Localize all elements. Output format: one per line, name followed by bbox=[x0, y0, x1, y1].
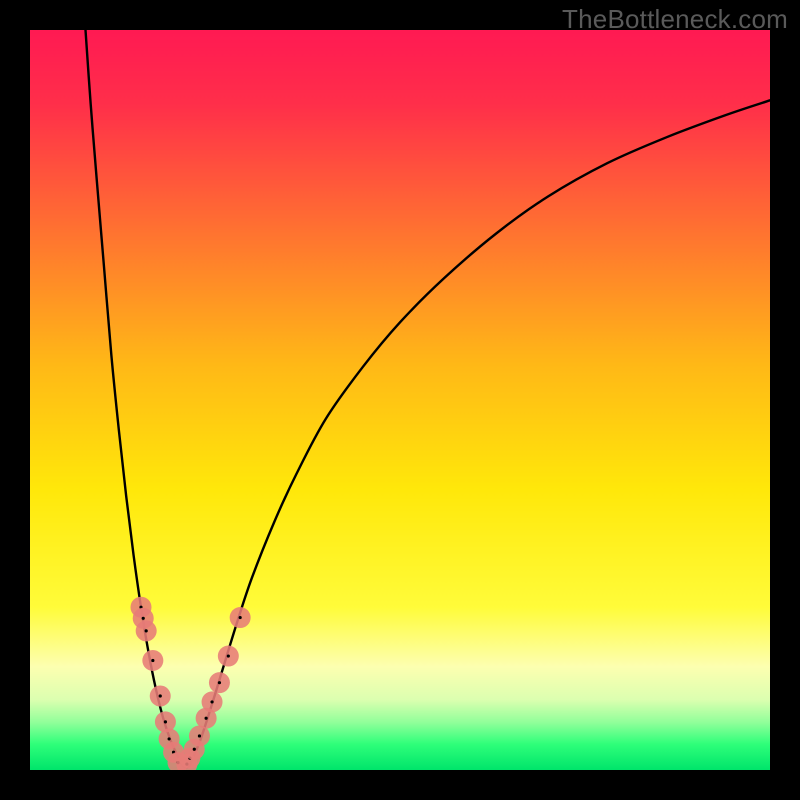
data-dot-center bbox=[210, 700, 213, 703]
data-dot-center bbox=[193, 748, 196, 751]
data-dot-center bbox=[145, 629, 148, 632]
data-dot-center bbox=[205, 717, 208, 720]
data-dot-center bbox=[159, 694, 162, 697]
data-dot-center bbox=[142, 617, 145, 620]
data-dot-center bbox=[151, 659, 154, 662]
bottleneck-curve bbox=[86, 30, 771, 767]
data-dot-center bbox=[239, 616, 242, 619]
data-dot-center bbox=[227, 654, 230, 657]
plot-area bbox=[30, 30, 770, 770]
watermark-text: TheBottleneck.com bbox=[562, 4, 788, 35]
data-dot-center bbox=[168, 737, 171, 740]
data-dots bbox=[131, 597, 251, 770]
data-dot-center bbox=[164, 720, 167, 723]
chart-frame: TheBottleneck.com bbox=[0, 0, 800, 800]
data-dot-center bbox=[218, 681, 221, 684]
data-dot-center bbox=[198, 734, 201, 737]
curve-layer bbox=[30, 30, 770, 770]
